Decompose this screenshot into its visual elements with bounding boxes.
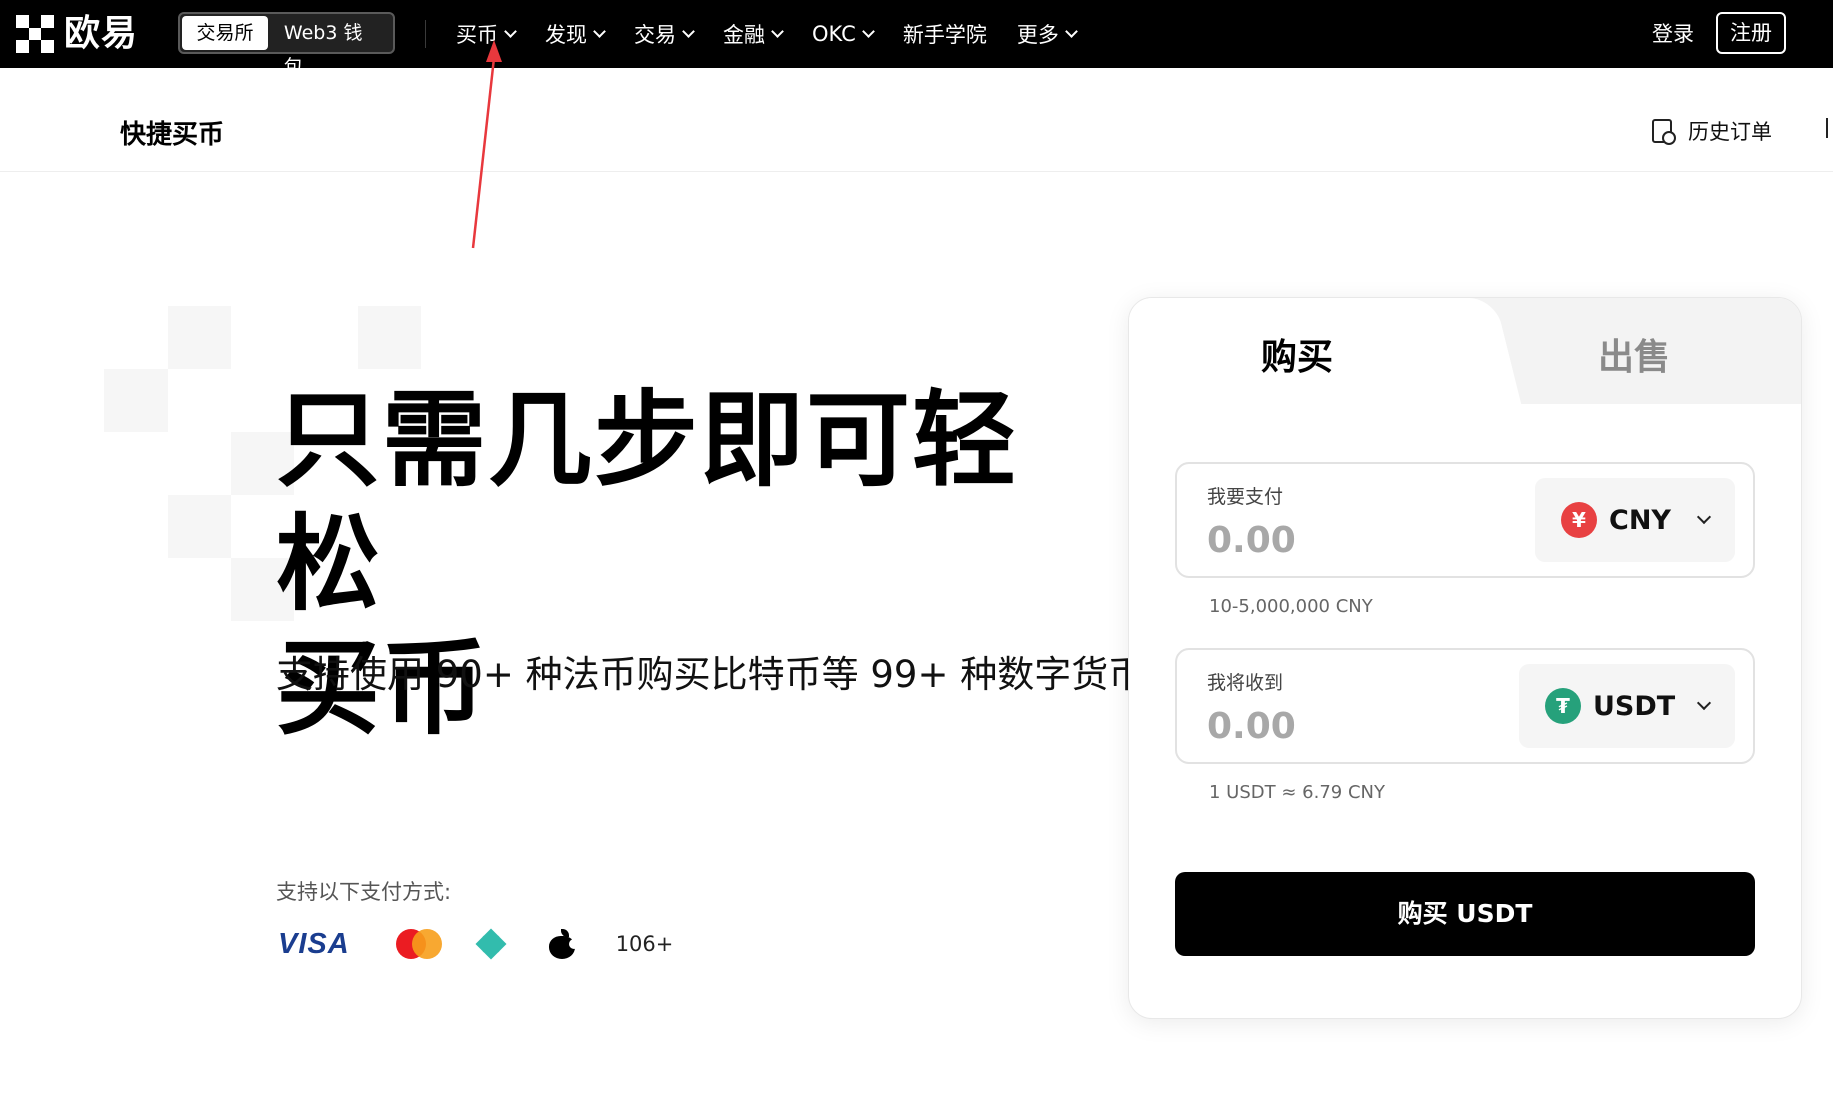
nav-label: 更多 bbox=[1016, 23, 1059, 47]
pay-limit-hint: 10-5,000,000 CNY bbox=[1209, 596, 1373, 617]
payment-methods-label: 支持以下支付方式: bbox=[276, 880, 452, 904]
chevron-down-icon bbox=[861, 24, 875, 38]
cny-icon: ¥ bbox=[1561, 502, 1597, 538]
chevron-down-icon bbox=[1696, 509, 1712, 525]
decor-square bbox=[168, 495, 231, 558]
chevron-down-icon bbox=[593, 24, 606, 38]
pix-icon bbox=[475, 928, 507, 960]
brand-name: 欧易 bbox=[64, 13, 139, 54]
receive-currency-code: USDT bbox=[1593, 690, 1676, 722]
clipped-icon bbox=[1826, 118, 1833, 138]
nav-discover[interactable]: 发现 bbox=[545, 19, 606, 49]
nav-label: 发现 bbox=[545, 23, 587, 47]
pay-amount-field: 我要支付 ¥ CNY bbox=[1175, 462, 1755, 578]
visa-icon: VISA bbox=[278, 927, 350, 960]
hero-title-line1: 只需几步即可轻松 bbox=[276, 379, 1019, 625]
receive-currency-select[interactable]: ₮ USDT bbox=[1519, 664, 1735, 748]
nav-okc[interactable]: OKC bbox=[812, 22, 875, 46]
decor-square bbox=[104, 369, 168, 432]
chevron-down-icon bbox=[1696, 695, 1712, 711]
buy-usdt-button[interactable]: 购买 USDT bbox=[1175, 872, 1755, 956]
payment-methods: VISA 106+ bbox=[278, 920, 673, 968]
pay-currency-select[interactable]: ¥ CNY bbox=[1535, 478, 1735, 562]
usdt-icon: ₮ bbox=[1545, 688, 1581, 724]
chevron-down-icon bbox=[771, 24, 784, 38]
chevron-down-icon bbox=[1064, 24, 1078, 38]
nav-academy[interactable]: 新手学院 bbox=[903, 19, 987, 49]
order-history-icon bbox=[1652, 119, 1676, 145]
chevron-down-icon bbox=[682, 24, 695, 38]
top-navbar: 欧易 交易所 Web3 钱包 买币 发现 交易 金融 OKC 新手学院 更多 登… bbox=[0, 0, 1833, 78]
history-orders-link[interactable]: 历史订单 bbox=[1652, 116, 1772, 146]
pay-amount-input[interactable] bbox=[1207, 516, 1507, 564]
mastercard-icon bbox=[395, 929, 442, 959]
decor-square bbox=[358, 306, 421, 369]
pay-currency-code: CNY bbox=[1609, 504, 1671, 536]
switch-exchange[interactable]: 交易所 bbox=[182, 16, 268, 50]
nav-divider bbox=[425, 20, 426, 48]
sub-header: 快捷买币 历史订单 bbox=[0, 68, 1833, 172]
nav-buy-crypto[interactable]: 买币 bbox=[456, 19, 517, 49]
payment-more-count: 106+ bbox=[615, 932, 674, 956]
brand-logo[interactable]: 欧易 bbox=[16, 14, 138, 54]
exchange-rate-hint: 1 USDT ≈ 6.79 CNY bbox=[1209, 782, 1385, 803]
nav-finance[interactable]: 金融 bbox=[723, 19, 784, 49]
login-link[interactable]: 登录 bbox=[1652, 18, 1694, 50]
chevron-down-icon bbox=[504, 24, 517, 38]
nav-trade[interactable]: 交易 bbox=[634, 19, 695, 49]
receive-label: 我将收到 bbox=[1207, 672, 1284, 694]
nav-label: 金融 bbox=[723, 23, 765, 47]
pay-label: 我要支付 bbox=[1207, 486, 1284, 508]
nav-label: 新手学院 bbox=[902, 23, 987, 47]
decor-square bbox=[168, 306, 231, 369]
switch-web3-wallet[interactable]: Web3 钱包 bbox=[268, 16, 391, 78]
receive-amount-field: 我将收到 ₮ USDT bbox=[1175, 648, 1755, 764]
receive-amount-input[interactable] bbox=[1207, 702, 1507, 750]
nav-more[interactable]: 更多 bbox=[1016, 19, 1078, 49]
product-switch: 交易所 Web3 钱包 bbox=[178, 12, 395, 78]
tab-buy[interactable]: 购买 bbox=[1197, 328, 1397, 380]
register-button[interactable]: 注册 bbox=[1716, 12, 1786, 54]
hero-subtitle: 支持使用 90+ 种法币购买比特币等 99+ 种数字货币 bbox=[276, 653, 1146, 696]
trade-card: 购买 出售 我要支付 ¥ CNY 10-5,000,000 CNY 我将收到 ₮… bbox=[1128, 297, 1802, 1019]
main-nav: 买币 发现 交易 金融 OKC 新手学院 更多 bbox=[456, 0, 1106, 68]
nav-label: OKC bbox=[812, 22, 856, 46]
apple-pay-icon bbox=[548, 929, 579, 959]
history-label: 历史订单 bbox=[1688, 120, 1772, 144]
okx-logo-icon bbox=[16, 15, 54, 53]
nav-label: 买币 bbox=[456, 23, 498, 47]
nav-label: 交易 bbox=[634, 23, 676, 47]
tab-sell[interactable]: 出售 bbox=[1534, 328, 1734, 380]
page-title: 快捷买币 bbox=[120, 120, 225, 150]
